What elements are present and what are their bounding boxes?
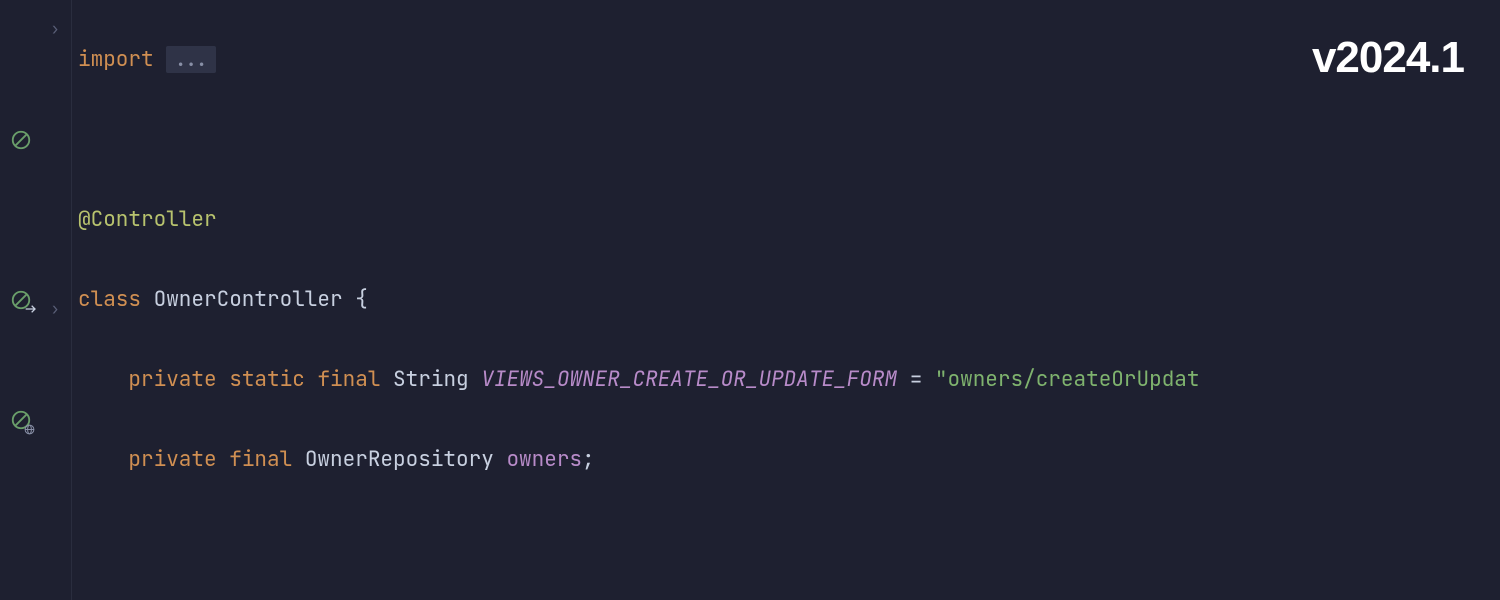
operator-eq: = xyxy=(910,366,923,393)
constant-name: VIEWS_OWNER_CREATE_OR_UPDATE_FORM xyxy=(481,366,897,393)
gutter: › › xyxy=(0,0,72,600)
annotation-controller: @Controller xyxy=(78,206,217,233)
no-symbol-icon[interactable] xyxy=(10,129,32,151)
code-editor[interactable]: › › import ... @Controller class OwnerCo… xyxy=(0,0,1500,600)
semicolon: ; xyxy=(582,446,595,473)
keyword-private: private xyxy=(128,366,216,393)
type-string: String xyxy=(393,366,469,393)
string-literal: "owners/createOrUpdat xyxy=(935,366,1200,393)
code-line[interactable]: private final OwnerRepository owners; xyxy=(78,440,1500,480)
keyword-import: import xyxy=(78,46,166,73)
keyword-class: class xyxy=(78,286,141,313)
keyword-final: final xyxy=(229,446,292,473)
keyword-final: final xyxy=(317,366,380,393)
keyword-private: private xyxy=(128,446,216,473)
field-owners: owners xyxy=(506,446,582,473)
type-owner-repo: OwnerRepository xyxy=(305,446,494,473)
code-area[interactable]: import ... @Controller class OwnerContro… xyxy=(72,0,1500,600)
code-line[interactable]: class OwnerController { xyxy=(78,280,1500,320)
code-line[interactable]: private static final String VIEWS_OWNER_… xyxy=(78,360,1500,400)
globe-icon[interactable] xyxy=(18,418,40,440)
arrow-right-icon[interactable] xyxy=(20,298,42,320)
code-line[interactable]: @Controller xyxy=(78,200,1500,240)
version-label: v2024.1 xyxy=(1312,38,1464,78)
code-line xyxy=(78,120,1500,160)
keyword-static: static xyxy=(229,366,305,393)
fold-chevron-icon[interactable]: › xyxy=(48,289,62,329)
folded-imports[interactable]: ... xyxy=(166,46,216,73)
class-name: OwnerController xyxy=(154,286,343,313)
code-line xyxy=(78,520,1500,560)
fold-chevron-icon[interactable]: › xyxy=(48,9,62,49)
code-line[interactable]: import ... xyxy=(78,40,1500,80)
brace-open: { xyxy=(355,286,368,313)
